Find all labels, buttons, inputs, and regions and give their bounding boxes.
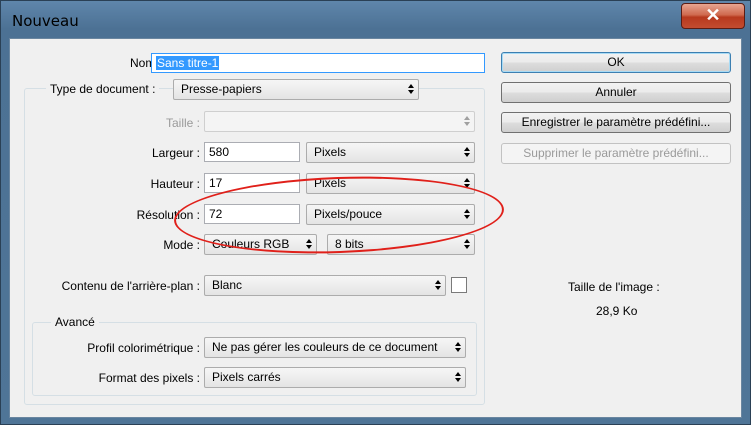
title-bar[interactable]: Nouveau ✕	[1, 1, 750, 37]
contenu-label: Contenu de l'arrière-plan :	[61, 279, 200, 293]
bits-select[interactable]: 8 bits	[327, 234, 475, 255]
contenu-select-value: Blanc	[212, 278, 243, 292]
annuler-button[interactable]: Annuler	[501, 82, 731, 103]
resolution-input-value: 72	[209, 207, 223, 221]
image-size-label: Taille de l'image :	[568, 280, 660, 294]
largeur-unit-value: Pixels	[314, 145, 347, 159]
nom-input[interactable]: Sans titre-1	[151, 53, 485, 73]
spinner-arrows-icon	[464, 115, 470, 127]
format-select[interactable]: Pixels carrés	[204, 367, 466, 388]
hauteur-label: Hauteur :	[150, 177, 200, 191]
dialog-window: Nouveau ✕ Nom : Sans titre-1 Type de doc…	[0, 0, 751, 425]
save-preset-button[interactable]: Enregistrer le paramètre prédéfini...	[501, 112, 731, 133]
mode-label: Mode :	[163, 238, 200, 252]
format-select-value: Pixels carrés	[212, 370, 281, 384]
largeur-label: Largeur :	[151, 146, 200, 160]
mode-select-value: Couleurs RGB	[212, 237, 290, 251]
hauteur-input[interactable]: 17	[204, 173, 300, 193]
bits-select-value: 8 bits	[335, 237, 364, 251]
dialog-body: Nom : Sans titre-1 Type de document : Pr…	[9, 38, 742, 418]
spinner-arrows-icon	[455, 341, 461, 353]
spinner-arrows-icon	[408, 83, 414, 95]
spinner-arrows-icon	[306, 238, 312, 250]
spinner-arrows-icon	[464, 208, 470, 220]
image-size-value: 28,9 Ko	[596, 304, 638, 318]
taille-label: Taille :	[165, 116, 200, 130]
close-icon: ✕	[705, 5, 721, 25]
resolution-unit-value: Pixels/pouce	[314, 207, 383, 221]
delete-preset-button: Supprimer le paramètre prédéfini...	[501, 143, 731, 164]
ok-button[interactable]: OK	[501, 52, 731, 73]
type-label: Type de document :	[46, 82, 160, 96]
hauteur-input-value: 17	[209, 176, 223, 190]
resolution-input[interactable]: 72	[204, 204, 300, 224]
profil-select-value: Ne pas gérer les couleurs de ce document	[212, 340, 438, 354]
nom-label: Nom :	[129, 56, 162, 70]
close-button[interactable]: ✕	[681, 3, 745, 29]
largeur-input[interactable]: 580	[204, 142, 300, 162]
taille-select[interactable]	[204, 111, 475, 132]
nom-input-value: Sans titre-1	[156, 56, 220, 70]
spinner-arrows-icon	[464, 177, 470, 189]
hauteur-unit-select[interactable]: Pixels	[306, 173, 475, 194]
spinner-arrows-icon	[464, 146, 470, 158]
contenu-select[interactable]: Blanc	[204, 275, 446, 296]
spinner-arrows-icon	[464, 238, 470, 250]
resolution-label: Résolution :	[136, 208, 200, 222]
advanced-title: Avancé	[51, 315, 99, 329]
resolution-unit-select[interactable]: Pixels/pouce	[306, 204, 475, 225]
type-select-value: Presse-papiers	[181, 82, 262, 96]
mode-select[interactable]: Couleurs RGB	[204, 234, 317, 255]
window-title: Nouveau	[12, 12, 79, 30]
profil-select[interactable]: Ne pas gérer les couleurs de ce document	[204, 337, 466, 358]
background-color-swatch[interactable]	[451, 277, 467, 293]
largeur-unit-select[interactable]: Pixels	[306, 142, 475, 163]
largeur-input-value: 580	[209, 145, 230, 159]
format-label: Format des pixels :	[98, 371, 200, 385]
type-select[interactable]: Presse-papiers	[173, 79, 419, 100]
spinner-arrows-icon	[455, 371, 461, 383]
spinner-arrows-icon	[435, 279, 441, 291]
profil-label: Profil colorimétrique :	[87, 341, 200, 355]
hauteur-unit-value: Pixels	[314, 176, 347, 190]
